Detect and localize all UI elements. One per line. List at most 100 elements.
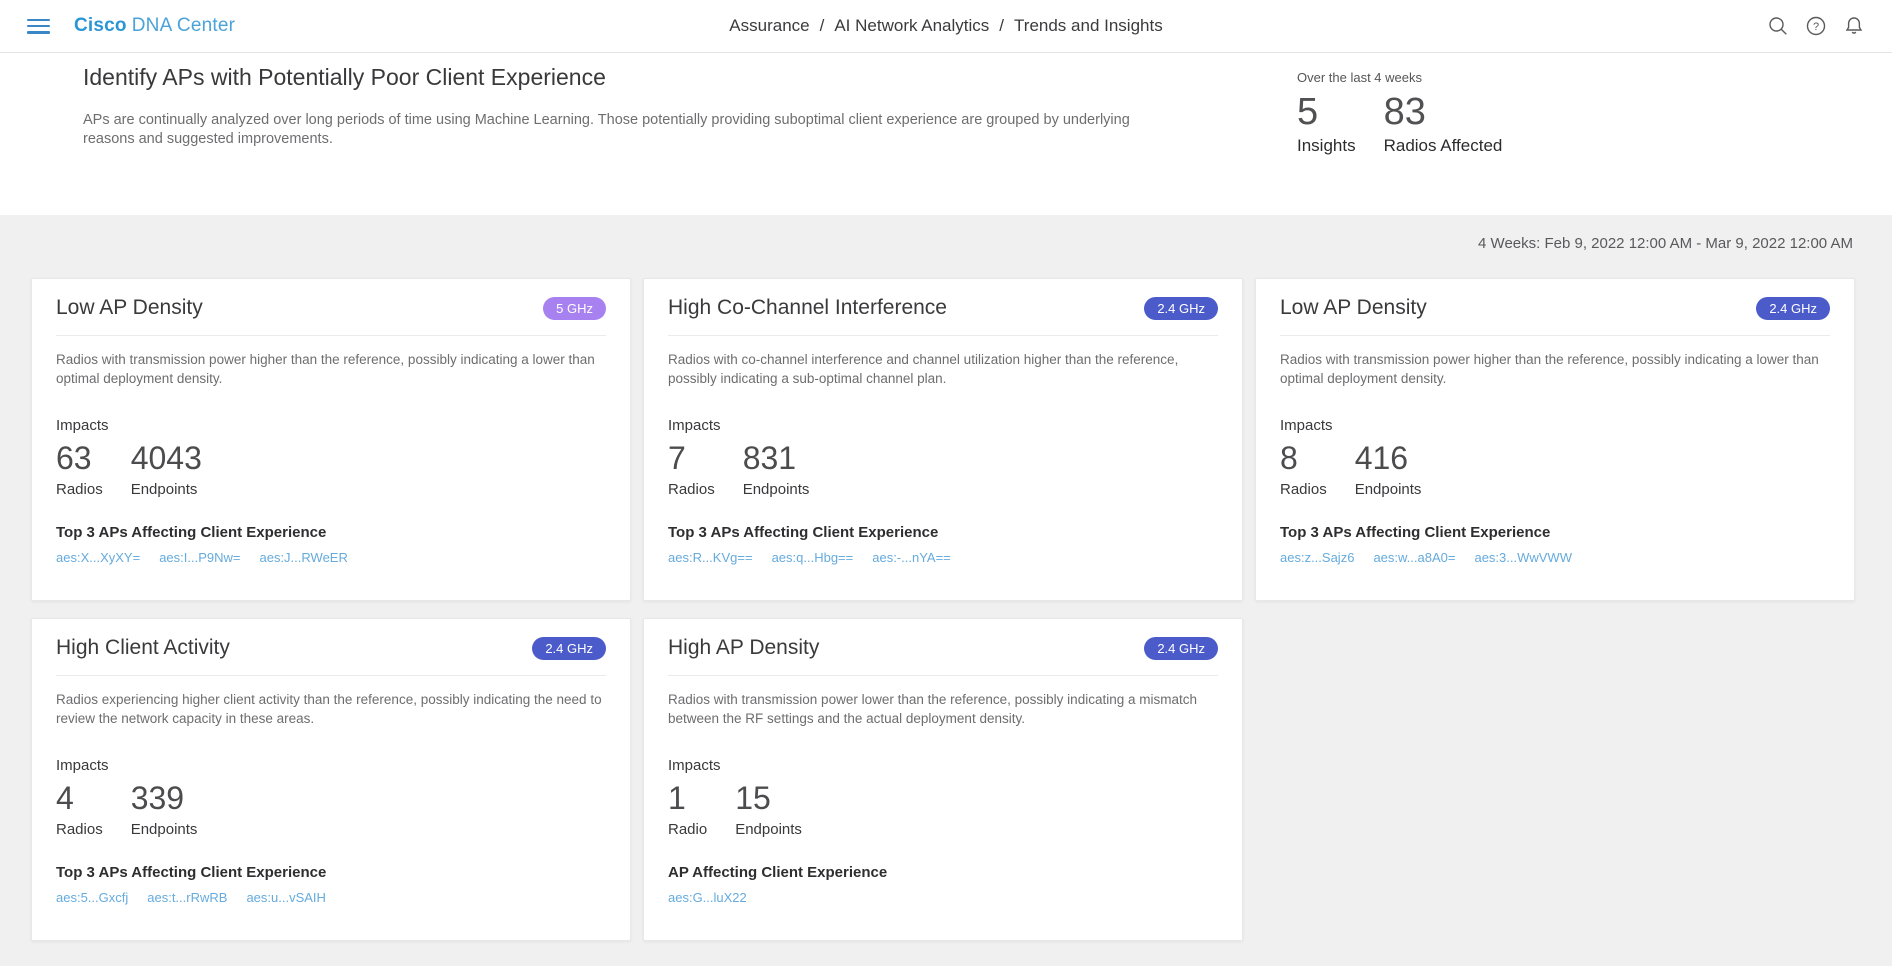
impacts-label: Impacts [56,417,606,434]
endpoints-label: Endpoints [743,481,810,498]
ap-link[interactable]: aes:w...a8A0= [1373,550,1455,565]
impacts-label: Impacts [668,757,1218,774]
breadcrumb-ai-network-analytics[interactable]: AI Network Analytics [834,16,989,36]
aps-heading: Top 3 APs Affecting Client Experience [56,864,606,881]
insight-card-low-ap-density-24ghz[interactable]: Low AP Density 2.4 GHz Radios with trans… [1255,278,1855,601]
breadcrumb-assurance[interactable]: Assurance [729,16,809,36]
radios-label: Radios [56,821,103,838]
stats-caption: Over the last 4 weeks [1297,70,1502,85]
card-description: Radios with transmission power higher th… [56,350,606,388]
radios-count: 1 [668,780,707,816]
summary-stats: Over the last 4 weeks 5 Insights 83 Radi… [1297,70,1502,156]
card-description: Radios with transmission power lower tha… [668,690,1218,728]
band-badge: 2.4 GHz [532,637,606,660]
impacts-label: Impacts [1280,417,1830,434]
insight-cards-grid: Low AP Density 5 GHz Radios with transmi… [31,278,1855,941]
endpoints-label: Endpoints [735,821,802,838]
endpoints-label: Endpoints [131,481,202,498]
card-title: High Co-Channel Interference [668,296,947,320]
radios-stat: 7 Radios [668,440,715,498]
radios-stat: 63 Radios [56,440,103,498]
insights-section: 4 Weeks: Feb 9, 2022 12:00 AM - Mar 9, 2… [0,215,1892,966]
radios-affected-count: 83 [1384,91,1503,133]
band-badge: 2.4 GHz [1756,297,1830,320]
ap-link[interactable]: aes:u...vSAIH [246,890,325,905]
ap-link[interactable]: aes:3...WwVWW [1474,550,1572,565]
card-title: Low AP Density [56,296,203,320]
ap-link[interactable]: aes:X...XyXY= [56,550,140,565]
aps-heading: Top 3 APs Affecting Client Experience [1280,524,1830,541]
date-range-label: 4 Weeks: Feb 9, 2022 12:00 AM - Mar 9, 2… [0,235,1892,252]
radios-count: 63 [56,440,103,476]
breadcrumb-separator: / [999,16,1004,36]
radios-stat: 8 Radios [1280,440,1327,498]
radios-label: Radios [1280,481,1327,498]
endpoints-count: 339 [131,780,198,816]
card-title: High Client Activity [56,636,230,660]
page-header: Identify APs with Potentially Poor Clien… [0,53,1892,215]
insight-card-high-client-activity[interactable]: High Client Activity 2.4 GHz Radios expe… [31,618,631,941]
svg-text:?: ? [1813,21,1819,33]
endpoints-count: 831 [743,440,810,476]
card-description: Radios with transmission power higher th… [1280,350,1830,388]
ap-link[interactable]: aes:-...nYA== [872,550,951,565]
page-title: Identify APs with Potentially Poor Clien… [83,64,1855,91]
topbar-actions: ? [1767,15,1865,37]
endpoints-stat: 4043 Endpoints [131,440,202,498]
insight-card-high-ap-density[interactable]: High AP Density 2.4 GHz Radios with tran… [643,618,1243,941]
card-description: Radios with co-channel interference and … [668,350,1218,388]
insights-stat: 5 Insights [1297,91,1356,156]
breadcrumb: Assurance / AI Network Analytics / Trend… [729,16,1162,36]
card-description: Radios experiencing higher client activi… [56,690,606,728]
aps-heading: Top 3 APs Affecting Client Experience [56,524,606,541]
endpoints-count: 4043 [131,440,202,476]
app-logo[interactable]: CiscoDNA Center [74,15,235,37]
radios-affected-label: Radios Affected [1384,136,1503,156]
ap-link[interactable]: aes:J...RWeER [259,550,347,565]
ap-link[interactable]: aes:q...Hbg== [772,550,854,565]
ap-link[interactable]: aes:I...P9Nw= [159,550,240,565]
radios-count: 7 [668,440,715,476]
hamburger-menu-icon[interactable] [27,19,50,34]
endpoints-stat: 339 Endpoints [131,780,198,838]
impacts-label: Impacts [668,417,1218,434]
search-icon[interactable] [1767,15,1789,37]
radios-stat: 1 Radio [668,780,707,838]
ap-link[interactable]: aes:z...Sajz6 [1280,550,1354,565]
radios-label: Radios [668,481,715,498]
aps-heading: Top 3 APs Affecting Client Experience [668,524,1218,541]
card-title: Low AP Density [1280,296,1427,320]
endpoints-stat: 416 Endpoints [1355,440,1422,498]
aps-heading: AP Affecting Client Experience [668,864,1218,881]
ap-link[interactable]: aes:5...Gxcfj [56,890,128,905]
endpoints-count: 15 [735,780,802,816]
endpoints-stat: 15 Endpoints [735,780,802,838]
ap-link[interactable]: aes:R...KVg== [668,550,753,565]
insights-label: Insights [1297,136,1356,156]
radios-affected-stat: 83 Radios Affected [1384,91,1503,156]
ap-link[interactable]: aes:t...rRwRB [147,890,227,905]
endpoints-count: 416 [1355,440,1422,476]
breadcrumb-trends-and-insights[interactable]: Trends and Insights [1014,16,1163,36]
insight-card-high-co-channel-interference[interactable]: High Co-Channel Interference 2.4 GHz Rad… [643,278,1243,601]
band-badge: 5 GHz [543,297,606,320]
help-icon[interactable]: ? [1805,15,1827,37]
brand-cisco: Cisco [74,15,127,36]
ap-link[interactable]: aes:G...luX22 [668,890,747,905]
endpoints-stat: 831 Endpoints [743,440,810,498]
band-badge: 2.4 GHz [1144,297,1218,320]
insight-card-low-ap-density-5ghz[interactable]: Low AP Density 5 GHz Radios with transmi… [31,278,631,601]
brand-product: DNA Center [132,15,235,36]
radios-count: 8 [1280,440,1327,476]
bell-icon[interactable] [1843,15,1865,37]
radios-stat: 4 Radios [56,780,103,838]
radios-count: 4 [56,780,103,816]
insights-count: 5 [1297,91,1356,133]
radios-label: Radio [668,821,707,838]
page-description: APs are continually analyzed over long p… [83,111,1135,149]
card-title: High AP Density [668,636,819,660]
breadcrumb-separator: / [820,16,825,36]
impacts-label: Impacts [56,757,606,774]
endpoints-label: Endpoints [131,821,198,838]
endpoints-label: Endpoints [1355,481,1422,498]
